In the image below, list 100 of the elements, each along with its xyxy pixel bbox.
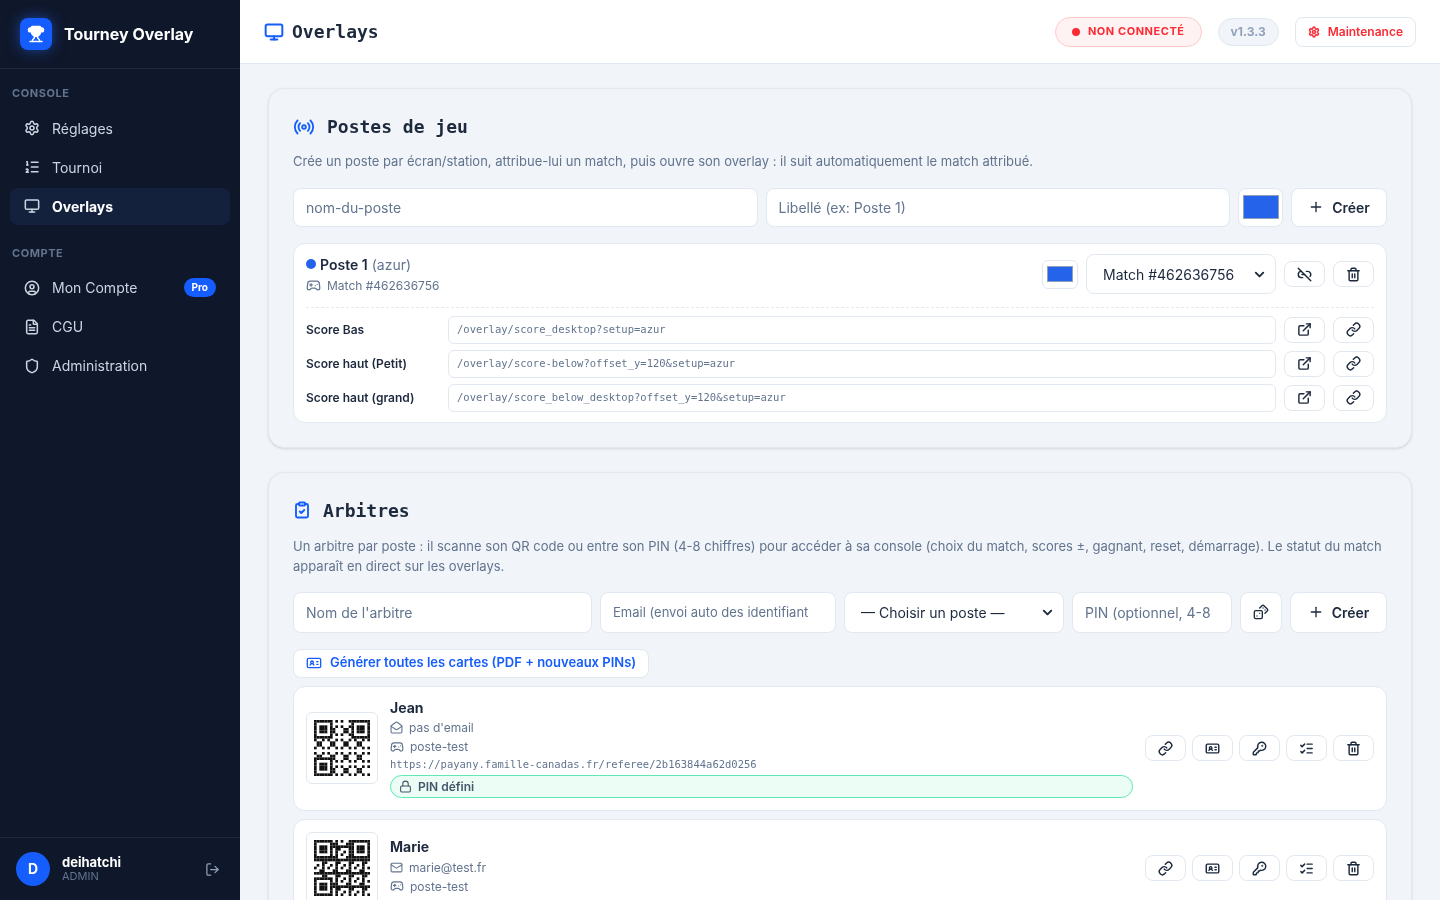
overlay-url-field[interactable]: /overlay/score-below?offset_y=120&setup=azur (448, 349, 1276, 378)
copy-link-button[interactable] (1145, 735, 1186, 762)
delete-button[interactable] (1333, 261, 1374, 287)
gear-icon (1307, 25, 1320, 38)
referee-name: Marie (390, 838, 431, 856)
color-picker[interactable] (1238, 187, 1283, 227)
copy-link-button[interactable] (1333, 350, 1374, 377)
poste-match: Match #462636756 (327, 276, 440, 295)
id-card-button[interactable] (1192, 855, 1233, 882)
gear-icon (24, 120, 40, 136)
generate-cards-button[interactable]: Générer toutes les cartes (PDF + nouveaux PINs) (293, 648, 650, 678)
referee-poste: poste-test (410, 739, 469, 754)
section-description: Crée un poste par écran/station, attribue-lui un match, puis ouvre son overlay : il suit automatiquement le match attribué. (293, 152, 1035, 171)
referee-name-field[interactable]: Nom de l'arbitre (293, 591, 592, 633)
id-card-icon (1205, 860, 1220, 876)
pin-field[interactable]: PIN (optionnel, 4-8 (1072, 591, 1232, 633)
overlay-url-field[interactable]: /overlay/score_below_desktop?offset_y=120&setup=azur (448, 383, 1276, 412)
key-icon (1252, 860, 1267, 876)
copy-link-icon (1158, 740, 1173, 756)
sidebar-item[interactable]: Réglages (10, 109, 230, 147)
key-button[interactable] (1239, 735, 1280, 762)
checklist-icon (1299, 860, 1314, 876)
overlay-label: Score Bas (306, 320, 366, 339)
copy-link-icon (1346, 356, 1361, 371)
id-card-icon (306, 655, 322, 671)
open-external-icon (1297, 390, 1312, 405)
sidebar-item[interactable]: Administration (10, 347, 230, 384)
numbered-list-icon (24, 159, 40, 175)
sidebar-item[interactable]: Mon Compte Pro (10, 269, 230, 306)
poste-label-field[interactable]: Libellé (ex: Poste 1) (765, 187, 1230, 227)
dice-icon (1253, 604, 1269, 620)
open-external-icon (1297, 322, 1312, 337)
email-field[interactable]: Email (envoi auto des identifiant (600, 591, 836, 633)
poste-name: Poste 1 (320, 254, 368, 275)
create-button[interactable]: Créer (1291, 187, 1387, 227)
logout-icon (205, 861, 220, 877)
poste-select[interactable]: — Choisir un poste — (844, 591, 1064, 633)
poste-name-field[interactable]: nom-du-poste (293, 187, 758, 227)
sidebar-item[interactable]: Overlays (10, 187, 230, 225)
copy-link-icon (1346, 322, 1361, 337)
copy-link-button[interactable] (1333, 316, 1374, 343)
open-external-button[interactable] (1284, 384, 1325, 411)
sidebar-item[interactable]: CGU (10, 308, 230, 345)
checklist-button[interactable] (1286, 855, 1327, 882)
sidebar-section-title: CONSOLE (11, 85, 71, 102)
create-button[interactable]: Créer (1290, 591, 1387, 633)
lock-icon (399, 780, 412, 794)
referee-email: marie@test.fr (409, 859, 486, 875)
gamepad-icon (390, 739, 404, 754)
user-avatar: D (16, 852, 50, 886)
unlink-button[interactable] (1284, 261, 1325, 287)
id-card-button[interactable] (1192, 735, 1233, 762)
key-icon (1252, 740, 1267, 756)
maintenance-button[interactable]: Maintenance (1294, 16, 1416, 47)
gamepad-icon (306, 278, 321, 293)
copy-link-button[interactable] (1333, 384, 1374, 411)
sidebar-section-title: COMPTE (11, 244, 65, 262)
copy-link-button[interactable] (1145, 855, 1186, 882)
copy-link-icon (1158, 860, 1173, 876)
monitor-icon (264, 21, 284, 42)
overlay-url-field[interactable]: /overlay/score_desktop?setup=azur (448, 315, 1276, 344)
delete-icon (1346, 740, 1361, 756)
referee-name: Jean (390, 698, 425, 716)
trophy-logo-icon (20, 18, 52, 50)
overlay-label: Score haut (Petit) (306, 354, 408, 373)
checklist-icon (1299, 740, 1314, 756)
referee-poste: poste-test (410, 878, 469, 894)
open-external-button[interactable] (1284, 350, 1325, 377)
sidebar-item[interactable]: Tournoi (10, 148, 230, 186)
delete-icon (1346, 860, 1361, 876)
pro-badge: Pro (183, 278, 216, 297)
copy-link-icon (1346, 390, 1361, 405)
open-external-icon (1297, 356, 1312, 371)
pin-status: PIN défini (390, 775, 1133, 799)
overlay-label: Score haut (grand) (306, 388, 416, 407)
checklist-button[interactable] (1286, 735, 1327, 762)
version-badge: v1.3.3 (1217, 17, 1279, 46)
user-name: deihatchi (62, 854, 122, 871)
poste-slug: (azur) (371, 254, 412, 275)
referee-email: pas d'email (409, 720, 474, 735)
random-pin-button[interactable] (1240, 591, 1282, 633)
gamepad-icon (390, 879, 404, 894)
document-icon (24, 318, 40, 335)
color-picker[interactable] (1042, 259, 1078, 289)
brand-name: Tourney Overlay (64, 23, 194, 46)
monitor-icon (24, 198, 40, 214)
delete-button[interactable] (1333, 855, 1374, 882)
unlink-icon (1297, 266, 1312, 282)
section-title: Arbitres (323, 498, 410, 523)
delete-icon (1346, 266, 1361, 282)
key-button[interactable] (1239, 855, 1280, 882)
open-external-button[interactable] (1284, 316, 1325, 343)
referee-url: https://payany.famille-canadas.fr/referee/2b163844a62d0256 (390, 758, 758, 772)
match-select[interactable]: Match #462636756 (1086, 254, 1276, 294)
connection-status: NON CONNECTÉ (1054, 16, 1202, 47)
clipboard-check-icon (293, 501, 311, 519)
shield-icon (24, 357, 40, 374)
delete-button[interactable] (1333, 735, 1374, 762)
page-title: Overlays (292, 20, 380, 44)
id-card-icon (1205, 740, 1220, 756)
